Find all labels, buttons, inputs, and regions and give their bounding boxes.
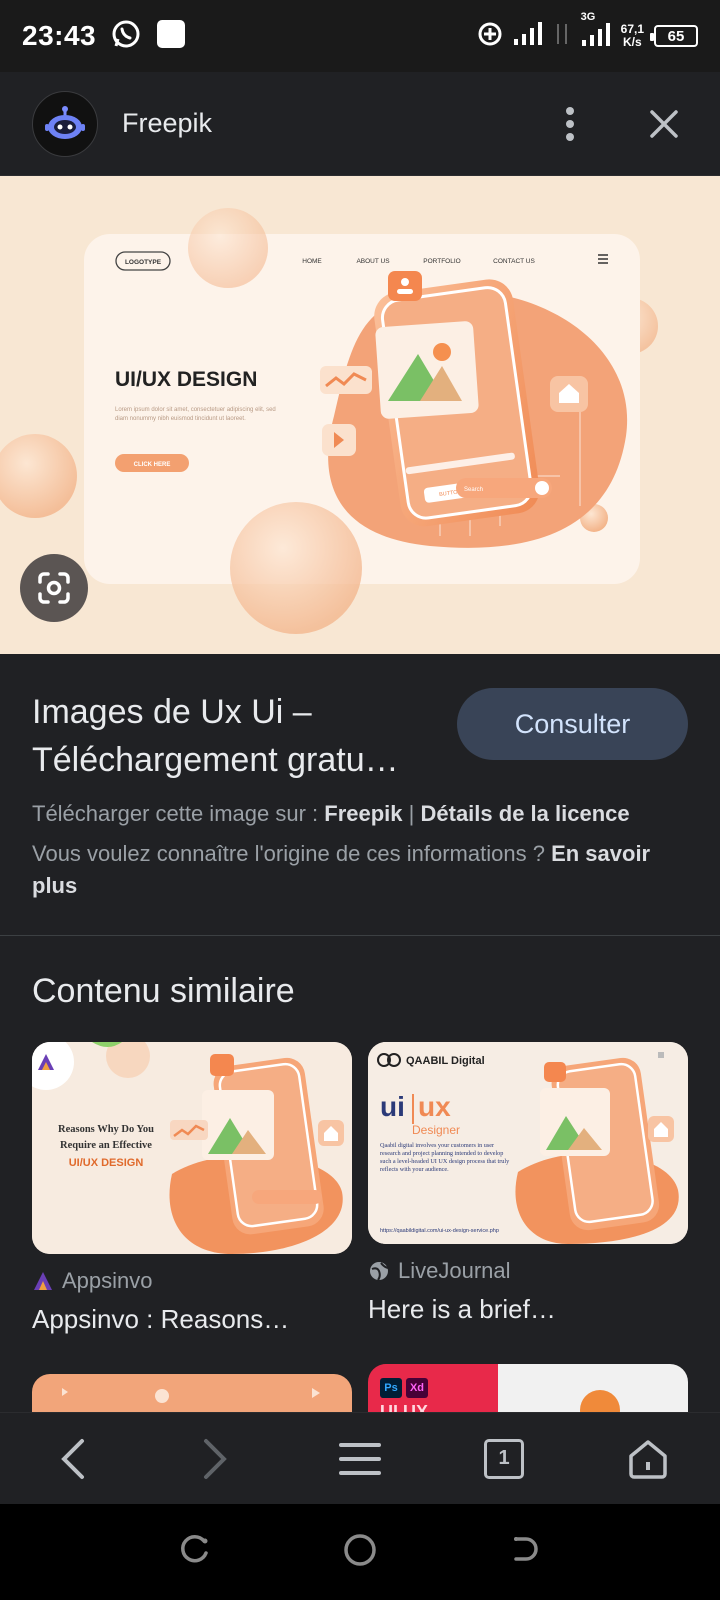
signal-icon [513, 21, 543, 51]
similar-card-3[interactable] [32, 1374, 352, 1412]
separator: | [408, 801, 415, 826]
home-button[interactable] [618, 1429, 678, 1489]
viewer-header: Freepik [0, 72, 720, 176]
similar-source-name-2: LiveJournal [398, 1258, 511, 1283]
home-icon [629, 1439, 667, 1479]
speed-value: 67,1 [620, 22, 644, 36]
globe-icon [370, 1262, 389, 1281]
hero-body-text: Lorem ipsum dolor sit amet, consectetuer… [115, 407, 276, 422]
tab-count: 1 [484, 1438, 524, 1479]
similar-card-1[interactable]: Reasons Why Do You Require an Effective … [32, 1042, 352, 1335]
xd-icon: Xd [406, 1378, 428, 1398]
thumb2-url: https://qaabildigital.com/ui-ux-design-s… [380, 1228, 499, 1234]
hero-phone-search: Search [464, 487, 483, 493]
thumb2-ux: ux [418, 1091, 451, 1122]
photoshop-icon: Ps [380, 1378, 402, 1398]
similar-source-1: Appsinvo [32, 1268, 352, 1294]
robot-icon [45, 105, 85, 139]
license-link[interactable]: Détails de la licence [421, 801, 630, 826]
chevron-right-icon [204, 1438, 227, 1479]
back-button[interactable] [42, 1429, 102, 1489]
result-title[interactable]: Images de Ux Ui – Téléchargement gratu… [32, 688, 432, 784]
status-time: 23:43 [22, 20, 97, 51]
back-gesture-icon [514, 1536, 538, 1561]
close-button[interactable] [640, 100, 688, 148]
forward-button[interactable] [186, 1429, 246, 1489]
status-bar: 23:43 3G 67,1 K/s 65 [0, 0, 720, 72]
similar-card-4[interactable]: Ps Xd UI UX [368, 1364, 688, 1412]
similar-caption-1[interactable]: Appsinvo : Reasons… [32, 1304, 352, 1335]
recents-button[interactable] [178, 1533, 212, 1572]
data-transfer-icon [553, 22, 571, 51]
hero-logo-text: LOGOTYPE [125, 259, 162, 266]
battery-icon: 65 [650, 25, 698, 47]
preview-image[interactable]: LOGOTYPE HOME ABOUT US PORTFOLIO CONTACT… [0, 176, 720, 654]
thumb1-line2: Require an Effective [60, 1140, 152, 1151]
thumb1-line3: UI/UX DESIGN [69, 1157, 144, 1169]
hero-nav-about: ABOUT US [356, 258, 390, 265]
notification-square-icon [156, 19, 186, 54]
similar-thumb-1[interactable]: Reasons Why Do You Require an Effective … [32, 1042, 352, 1254]
lens-icon [38, 572, 70, 604]
peek-uiux-text: UI UX [380, 1402, 429, 1412]
data-saver-icon [477, 21, 503, 52]
thumb2-ui: ui [380, 1091, 405, 1122]
system-home-button[interactable] [342, 1532, 378, 1573]
system-back-button[interactable] [508, 1533, 542, 1572]
similar-source-2: LiveJournal [368, 1258, 688, 1284]
hero-nav-home: HOME [302, 258, 322, 265]
more-options-button[interactable] [546, 100, 594, 148]
chevron-left-icon [61, 1438, 84, 1479]
similar-source-name-1: Appsinvo [62, 1268, 153, 1293]
network-speed: 67,1 K/s [621, 23, 644, 49]
similar-card-2[interactable]: QAABIL Digital ui ux Designer Qaabil dig… [368, 1042, 688, 1325]
image-details: Images de Ux Ui – Téléchargement gratu… … [0, 654, 720, 936]
system-nav-bar [0, 1504, 720, 1600]
site-avatar[interactable] [32, 90, 98, 157]
site-title: Freepik [122, 108, 213, 138]
similar-caption-2[interactable]: Here is a brief… [368, 1294, 688, 1325]
similar-heading: Contenu similaire [32, 972, 295, 1010]
more-vert-icon [566, 106, 574, 141]
uiux-illustration: LOGOTYPE HOME ABOUT US PORTFOLIO CONTACT… [0, 176, 720, 654]
whatsapp-icon [110, 18, 142, 55]
battery-level: 65 [667, 27, 685, 45]
speed-unit: K/s [622, 35, 642, 49]
hero-nav-portfolio: PORTFOLIO [423, 258, 460, 265]
thumb2-sub: Designer [412, 1123, 460, 1137]
origin-question: Vous voulez connaître l'origine de ces i… [32, 841, 545, 866]
thumb2-body: Qaabil digital involves your customers i… [380, 1142, 510, 1173]
hero-nav-contact: CONTACT US [493, 258, 535, 265]
recents-icon [181, 1534, 208, 1562]
lens-search-button[interactable] [20, 554, 88, 622]
source-link[interactable]: Freepik [324, 801, 402, 826]
network-type: 3G [580, 10, 596, 23]
appsinvo-logo-icon [34, 1272, 52, 1290]
similar-thumb-2[interactable]: QAABIL Digital ui ux Designer Qaabil dig… [368, 1042, 688, 1244]
thumb2-brand: QAABIL Digital [406, 1055, 485, 1067]
origin-info: Vous voulez connaître l'origine de ces i… [32, 838, 692, 902]
similar-thumb-3 [32, 1374, 352, 1412]
hamburger-icon [339, 1442, 381, 1475]
browser-bottom-bar: 1 [0, 1412, 720, 1504]
signal-3g-icon: 3G [581, 11, 611, 50]
tabs-button[interactable]: 1 [474, 1429, 534, 1489]
circle-home-icon [344, 1533, 376, 1566]
menu-button[interactable] [330, 1429, 390, 1489]
thumb1-line1: Reasons Why Do You [58, 1124, 154, 1135]
consult-button[interactable]: Consulter [457, 688, 688, 760]
close-icon [650, 109, 678, 138]
hero-cta: CLICK HERE [134, 462, 171, 468]
download-info: Télécharger cette image sur : Freepik | … [32, 798, 692, 830]
hero-headline: UI/UX DESIGN [115, 368, 257, 391]
download-prefix: Télécharger cette image sur : [32, 801, 319, 826]
